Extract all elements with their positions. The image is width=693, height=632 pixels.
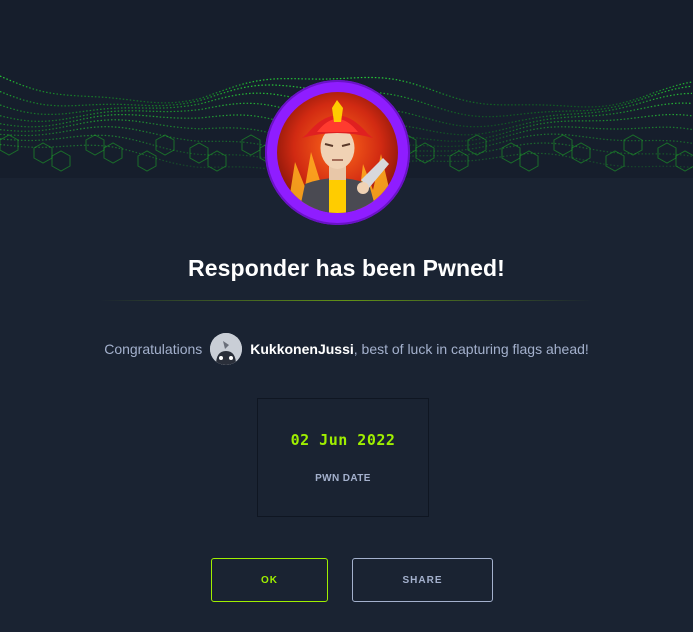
firefighter-avatar-icon — [277, 92, 398, 213]
username: KukkonenJussi — [250, 341, 354, 357]
congrats-prefix: Congratulations — [104, 341, 203, 357]
machine-avatar — [265, 80, 410, 225]
ok-button[interactable]: OK — [211, 558, 328, 602]
user-avatar — [210, 333, 243, 365]
user-avatar-icon — [210, 333, 243, 365]
pwn-date-card: 02 Jun 2022 PWN DATE — [257, 398, 429, 517]
congrats-suffix: , best of luck in capturing flags ahead! — [353, 341, 589, 357]
page-title: Responder has been Pwned! — [188, 255, 505, 281]
share-button[interactable]: SHARE — [352, 558, 493, 602]
pwned-modal: Responder has been Pwned! Congratulation… — [0, 0, 693, 632]
congrats-message: Congratulations KukkonenJussi , best of … — [0, 333, 693, 365]
pwn-date-label: PWN DATE — [315, 473, 371, 484]
title-divider — [100, 300, 593, 301]
pwn-date-value: 02 Jun 2022 — [290, 431, 396, 449]
